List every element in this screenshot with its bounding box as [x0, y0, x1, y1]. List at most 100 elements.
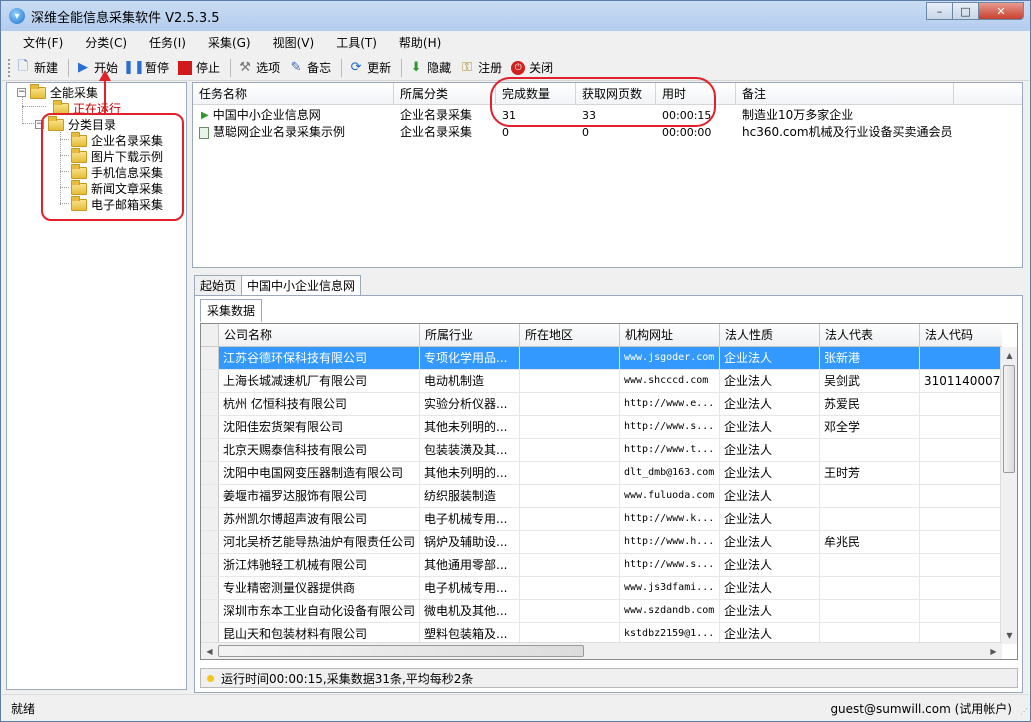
- table-cell: [520, 600, 620, 622]
- table-row[interactable]: 浙江炜驰轻工机械有限公司 其他通用零部... http://www.s... 企业法人: [201, 554, 1002, 577]
- col-legal-type[interactable]: 法人性质: [720, 324, 820, 346]
- table-cell: 包装装潢及其...: [420, 439, 520, 461]
- menu-tools[interactable]: 工具(T): [325, 33, 388, 54]
- table-row[interactable]: 北京天赐泰信科技有限公司 包装装潢及其... http://www.t... 企业法人: [201, 439, 1002, 462]
- table-cell: [520, 531, 620, 553]
- register-button[interactable]: ⚿ 注册: [459, 57, 502, 79]
- table-row[interactable]: 姜堰市福罗达服饰有限公司 纺织服装制造 www.fuluoda.com 企业法人: [201, 485, 1002, 508]
- horizontal-scrollbar[interactable]: ◀ ▶: [201, 642, 1002, 659]
- row-header[interactable]: [201, 370, 219, 392]
- new-icon: 🗋: [17, 58, 29, 74]
- table-cell: [520, 393, 620, 415]
- update-icon: ⟳: [350, 60, 362, 75]
- table-cell: 张新港: [820, 347, 920, 369]
- table-row[interactable]: 沈阳佳宏货架有限公司 其他未列明的... http://www.s... 企业法人 邓全…: [201, 416, 1002, 439]
- tools-icon: ⚒: [239, 60, 251, 75]
- col-legal-code[interactable]: 法人代码: [920, 324, 1002, 346]
- quit-button[interactable]: ⏻ 关闭: [510, 57, 553, 79]
- row-header[interactable]: [201, 508, 219, 530]
- table-row[interactable]: 苏州凯尔博超声波有限公司 电子机械专用... http://www.k... 企业法人: [201, 508, 1002, 531]
- options-button[interactable]: ⚒ 选项: [237, 57, 280, 79]
- menu-help[interactable]: 帮助(H): [388, 33, 452, 54]
- table-cell: [920, 508, 1002, 530]
- col-category[interactable]: 所属分类: [394, 83, 496, 104]
- col-company[interactable]: 公司名称: [219, 324, 420, 346]
- table-cell: http://www.h...: [620, 531, 720, 553]
- close-button[interactable]: ✕: [978, 2, 1024, 20]
- pause-icon: ❚❚: [123, 60, 145, 75]
- row-header[interactable]: [201, 577, 219, 599]
- row-header[interactable]: [201, 531, 219, 553]
- table-row[interactable]: 江苏谷德环保科技有限公司 专项化学用品... www.jsgoder.com 企业法人…: [201, 347, 1002, 370]
- scroll-up-icon[interactable]: ▲: [1002, 348, 1017, 363]
- table-cell: 上海长城减速机厂有限公司: [219, 370, 420, 392]
- scroll-left-icon[interactable]: ◀: [202, 644, 217, 659]
- row-header[interactable]: [201, 462, 219, 484]
- maximize-button[interactable]: □: [952, 2, 979, 20]
- table-cell: [920, 347, 1002, 369]
- stop-button[interactable]: 停止: [177, 57, 220, 79]
- minimize-button[interactable]: –: [926, 2, 953, 20]
- scroll-thumb-h[interactable]: [218, 645, 584, 657]
- menu-task[interactable]: 任务(I): [138, 33, 197, 54]
- scroll-down-icon[interactable]: ▼: [1002, 628, 1017, 643]
- hide-button[interactable]: ⬇ 隐藏: [408, 57, 451, 79]
- table-row[interactable]: 专业精密测量仪器提供商 电子机械专用... www.js3dfami... 企业法人: [201, 577, 1002, 600]
- table-row[interactable]: 杭州 亿恒科技有限公司 实验分析仪器... http://www.e... 企业法人苏…: [201, 393, 1002, 416]
- col-legal-rep[interactable]: 法人代表: [820, 324, 920, 346]
- table-cell: [920, 554, 1002, 576]
- row-header[interactable]: [201, 347, 219, 369]
- table-cell: [520, 370, 620, 392]
- scroll-right-icon[interactable]: ▶: [986, 644, 1001, 659]
- pause-button[interactable]: ❚❚ 暂停: [123, 57, 169, 79]
- table-cell: [920, 577, 1002, 599]
- resize-grip-icon[interactable]: ⋰: [1016, 707, 1028, 719]
- update-button[interactable]: ⟳ 更新: [348, 57, 391, 79]
- memo-button[interactable]: ✎ 备忘: [288, 57, 331, 79]
- table-cell: 苏州凯尔博超声波有限公司: [219, 508, 420, 530]
- row-header[interactable]: [201, 600, 219, 622]
- row-header[interactable]: [201, 393, 219, 415]
- table-cell: www.szdandb.com: [620, 600, 720, 622]
- tree-node-root[interactable]: − 全能采集: [17, 83, 98, 101]
- new-button[interactable]: 🗋 新建: [15, 57, 58, 79]
- table-row[interactable]: 深圳市东本工业自动化设备有限公司 微电机及其他... www.szdandb.com…: [201, 600, 1002, 623]
- col-region[interactable]: 所在地区: [520, 324, 620, 346]
- table-cell: http://www.e...: [620, 393, 720, 415]
- table-cell: 沈阳佳宏货架有限公司: [219, 416, 420, 438]
- table-row[interactable]: 上海长城减速机厂有限公司 电动机制造 www.shcccd.com 企业法人 吴剑武 31…: [201, 370, 1002, 393]
- vertical-scrollbar[interactable]: ▲ ▼: [1000, 347, 1017, 644]
- menu-file[interactable]: 文件(F): [12, 33, 74, 54]
- table-cell: http://www.t...: [620, 439, 720, 461]
- table-cell: 姜堰市福罗达服饰有限公司: [219, 485, 420, 507]
- window-title: 深维全能信息采集软件 V2.5.3.5: [31, 10, 220, 26]
- row-header[interactable]: [201, 439, 219, 461]
- tab-home[interactable]: 起始页: [194, 275, 243, 296]
- row-header[interactable]: [201, 416, 219, 438]
- scroll-thumb[interactable]: [1003, 365, 1015, 473]
- tab-collected-data[interactable]: 采集数据: [200, 299, 263, 322]
- table-cell: 锅炉及辅助设...: [420, 531, 520, 553]
- table-cell: 企业法人: [720, 577, 820, 599]
- table-row[interactable]: 河北吴桥艺能导热油炉有限责任公司 锅炉及辅助设... http://www.h...…: [201, 531, 1002, 554]
- menu-view[interactable]: 视图(V): [262, 33, 326, 54]
- row-header[interactable]: [201, 554, 219, 576]
- table-cell: [520, 416, 620, 438]
- menu-category[interactable]: 分类(C): [74, 33, 138, 54]
- table-cell: 电子机械专用...: [420, 577, 520, 599]
- menu-collect[interactable]: 采集(G): [197, 33, 262, 54]
- table-cell: 牟兆民: [820, 531, 920, 553]
- tab-task[interactable]: 中国中小企业信息网: [241, 275, 362, 297]
- col-task-name[interactable]: 任务名称: [193, 83, 394, 104]
- collapse-icon[interactable]: −: [17, 88, 26, 97]
- table-cell: 沈阳中电国网变压器制造有限公司: [219, 462, 420, 484]
- col-website[interactable]: 机构网址: [620, 324, 720, 346]
- row-header[interactable]: [201, 485, 219, 507]
- table-cell: 王时芳: [820, 462, 920, 484]
- play-icon: ▶: [201, 110, 209, 121]
- col-industry[interactable]: 所属行业: [420, 324, 520, 346]
- stop-icon: [177, 60, 193, 76]
- col-note[interactable]: 备注: [736, 83, 954, 104]
- task-list: 任务名称 所属分类 完成数量 获取网页数 用时 备注 ▶ 中国中小企业信息网 企业…: [192, 77, 1023, 268]
- table-row[interactable]: 沈阳中电国网变压器制造有限公司 其他未列明的... dlt_dmb@163.com 企…: [201, 462, 1002, 485]
